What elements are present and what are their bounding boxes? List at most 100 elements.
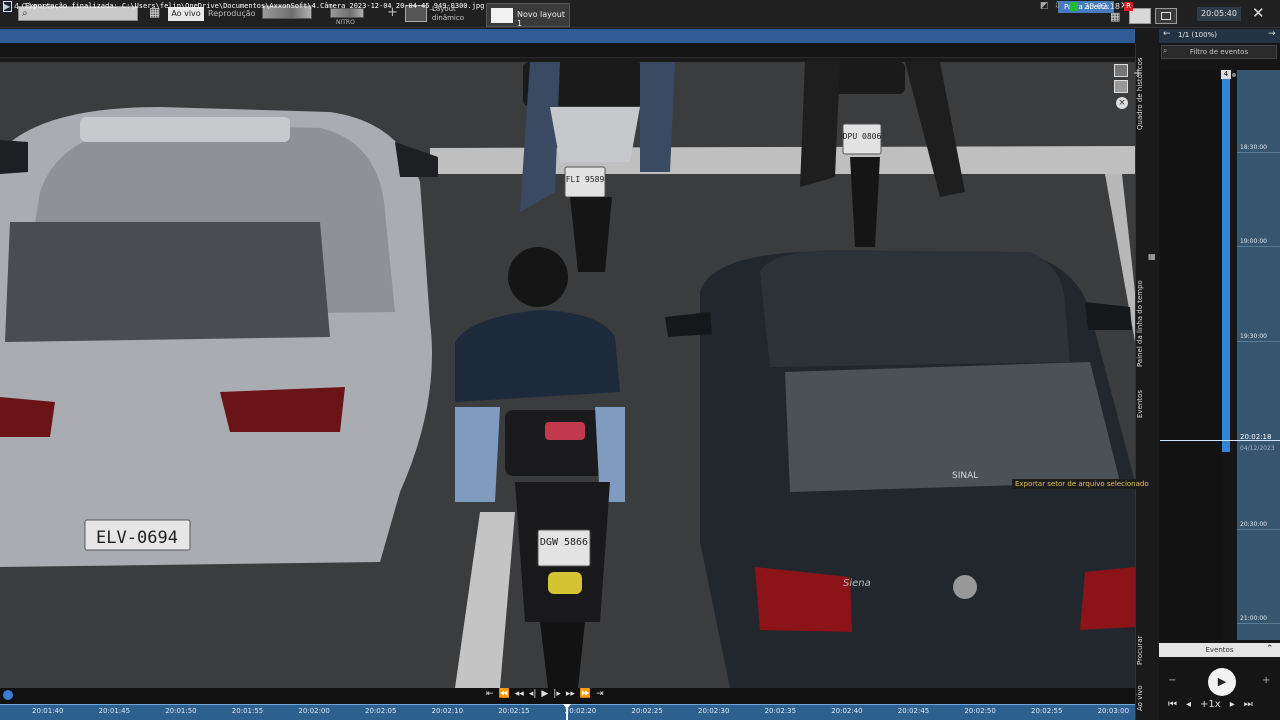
timeline-label: 20:02:55 bbox=[1031, 707, 1063, 715]
download-icon[interactable]: ⇩ bbox=[1054, 1, 1062, 11]
timeline-label: 20:02:25 bbox=[631, 707, 663, 715]
export-end-icon[interactable]: ⇥ bbox=[596, 689, 604, 699]
scale-tick-label: 18:30:00 bbox=[1240, 144, 1267, 151]
forward-icon[interactable]: ▸▸ bbox=[566, 689, 575, 699]
camera-name: 4.Câmera bbox=[14, 2, 54, 11]
tab-search[interactable]: Procurar bbox=[1136, 630, 1160, 670]
page-counter: 1/1 (100%) bbox=[1178, 31, 1217, 39]
window-sticker: SINAL bbox=[952, 471, 978, 481]
step-forward-icon[interactable]: |▸ bbox=[553, 689, 561, 699]
snapshot-icon[interactable]: ◩ bbox=[1040, 1, 1049, 11]
export-message: Exportação finalizada: C:\Users\felip\On… bbox=[25, 2, 485, 10]
forward-fast-icon[interactable]: ⏩ bbox=[580, 689, 591, 699]
timeline-label: 20:02:15 bbox=[498, 707, 530, 715]
video-viewport[interactable]: ELV-0694 SINAL Siena DGW 5866 FLI 9589 D… bbox=[0, 62, 1135, 688]
step-back-icon[interactable]: ◂ bbox=[1186, 699, 1191, 710]
tab-new-layout[interactable]: Novo layout 1 bbox=[486, 3, 570, 28]
timeline-label: 20:02:50 bbox=[964, 707, 996, 715]
timeline-track-area[interactable] bbox=[1160, 70, 1222, 640]
timeline-label: 20:02:45 bbox=[897, 707, 930, 715]
camera-title-bar bbox=[0, 44, 1135, 58]
tab-timeline[interactable]: Painel da linha do tempo bbox=[1136, 269, 1160, 379]
scale-tick-label: 20:30:00 bbox=[1240, 521, 1267, 528]
speed-label[interactable]: +1x bbox=[1200, 699, 1221, 710]
recording-indicator-icon bbox=[1070, 2, 1078, 11]
layout-thumbnail-2-label: NITRO bbox=[336, 19, 355, 26]
timeline-label: 20:01:40 bbox=[32, 707, 64, 715]
event-type-dot[interactable] bbox=[1232, 73, 1236, 77]
camera-timestamp: 20:02:18 bbox=[1084, 2, 1120, 11]
skip-end-icon[interactable]: ⏭ bbox=[1244, 699, 1253, 710]
skip-start-icon[interactable]: ⏮ bbox=[1168, 699, 1177, 710]
dark-car-roof bbox=[760, 250, 1070, 367]
plate-fli: FLI 9589 bbox=[566, 175, 605, 184]
add-panel-icon[interactable]: + bbox=[1133, 66, 1143, 80]
export-start-icon[interactable]: ⇤ bbox=[486, 689, 494, 699]
zoom-in-icon[interactable]: + bbox=[1262, 675, 1270, 686]
timeline-label: 20:01:55 bbox=[231, 707, 264, 715]
scale-tick-line bbox=[1237, 246, 1280, 247]
play-icon[interactable]: ▶ bbox=[541, 689, 548, 699]
events-panel-tab[interactable]: Eventos bbox=[1159, 643, 1280, 657]
scale-tick-label: 21:00:00 bbox=[1240, 615, 1267, 622]
tab-live[interactable]: Ao vivo bbox=[1136, 678, 1160, 718]
rewind-fast-icon[interactable]: ⏪ bbox=[499, 689, 510, 699]
event-type-dots[interactable] bbox=[1162, 62, 1242, 77]
recording-bar[interactable] bbox=[1222, 70, 1230, 452]
step-forward-icon[interactable]: ▸ bbox=[1230, 699, 1235, 710]
camera-frame: ELV-0694 SINAL Siena DGW 5866 FLI 9589 D… bbox=[0, 62, 1135, 688]
scale-tick-line bbox=[1237, 623, 1280, 624]
right-moto-wheel bbox=[850, 157, 880, 247]
timeline-label: 20:01:45 bbox=[98, 707, 131, 715]
event-filter-button[interactable]: Filtro de eventos bbox=[1161, 45, 1277, 59]
timeline-mode-icon[interactable] bbox=[3, 690, 13, 700]
silver-car-taillight-left bbox=[0, 397, 55, 437]
step-back-icon[interactable]: ◂| bbox=[529, 689, 537, 699]
right-rider-leg-left bbox=[800, 62, 840, 187]
time-cursor-label: 20:02:18 bbox=[1240, 433, 1272, 441]
center-moto-plate bbox=[537, 529, 591, 567]
expand-up-icon[interactable]: ⌃ bbox=[1266, 644, 1274, 654]
plate-elv: ELV-0694 bbox=[96, 528, 178, 548]
silver-car-sunroof bbox=[80, 117, 290, 142]
top-rider-leg-right bbox=[640, 62, 675, 172]
tab-events[interactable]: Eventos bbox=[1136, 384, 1160, 424]
center-rider-helmet bbox=[508, 247, 568, 307]
back-arrow-icon[interactable]: ← bbox=[1163, 29, 1171, 39]
filter-icon: ⌕ bbox=[1163, 46, 1168, 55]
side-tab-column: Quadro de históricos Painel da linha do … bbox=[1135, 44, 1159, 720]
timeline-label: 20:02:10 bbox=[431, 707, 464, 715]
center-moto-topcase-light bbox=[545, 422, 585, 440]
timeline-label: 20:02:35 bbox=[764, 707, 797, 715]
scale-tick-label: 19:30:00 bbox=[1240, 333, 1267, 340]
silver-car-mirror-left bbox=[0, 140, 28, 174]
export-notification-bar bbox=[0, 29, 1135, 43]
forward-arrow-icon[interactable]: → bbox=[1268, 29, 1276, 39]
system-clock: 20:05:40 bbox=[1197, 7, 1241, 21]
panel-grid-icon[interactable]: ▦ bbox=[1148, 252, 1156, 261]
plate-dgw: DGW 5866 bbox=[540, 537, 588, 548]
playhead-marker-icon bbox=[563, 704, 571, 709]
video-expand-button[interactable] bbox=[1114, 80, 1128, 93]
time-scale[interactable] bbox=[1237, 70, 1280, 640]
video-close-icon[interactable]: × bbox=[1116, 97, 1128, 109]
play-button[interactable]: ▶ bbox=[1208, 668, 1236, 696]
panel-playback-controls: ⏮ ◂ +1x ▸ ⏭ bbox=[1168, 699, 1278, 710]
tab-history[interactable]: Quadro de históricos bbox=[1136, 44, 1160, 144]
record-badge: R bbox=[1124, 2, 1133, 11]
dark-car-taillight-left bbox=[755, 567, 852, 632]
timeline-label: 20:01:50 bbox=[165, 707, 197, 715]
layout-preview-icon bbox=[491, 8, 513, 23]
tab-new-layout-label: Novo layout 1 bbox=[517, 10, 566, 28]
dark-car-taillight-right bbox=[1080, 567, 1135, 630]
rewind-icon[interactable]: ◂◂ bbox=[515, 689, 524, 699]
recording-bar-top: 4 bbox=[1221, 70, 1231, 79]
fullscreen-button[interactable] bbox=[1155, 8, 1177, 24]
zoom-out-icon[interactable]: − bbox=[1168, 675, 1176, 686]
export-tooltip: Exportar setor de arquivo selecionado bbox=[1012, 479, 1152, 489]
center-rider-leg-left bbox=[455, 407, 500, 502]
plate-dpu: DPU 0806 bbox=[843, 132, 882, 141]
settings-tools-icon[interactable]: ✕ bbox=[1252, 4, 1265, 22]
silver-car-rear-window bbox=[5, 222, 330, 342]
video-zoom-button[interactable] bbox=[1114, 64, 1128, 77]
